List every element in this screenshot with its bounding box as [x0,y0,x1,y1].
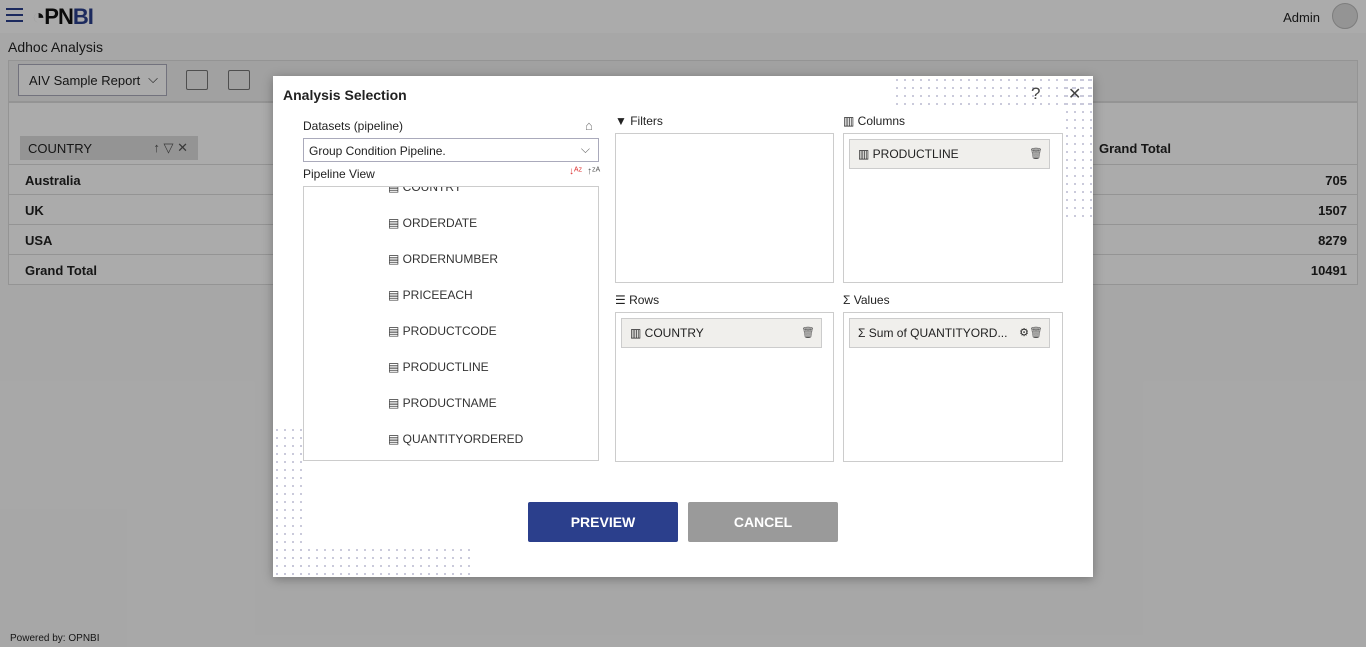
preview-button[interactable]: PREVIEW [528,502,678,542]
field-label: ORDERDATE [402,216,478,230]
field-label: QUANTITYORDERED [402,432,524,446]
home-icon[interactable]: ⌂ [585,118,593,133]
decoration [273,546,470,577]
field-item[interactable]: ▤ ORDERNUMBER [388,252,498,266]
filters-header: ▼ Filters [615,114,663,128]
field-item[interactable]: ▤ ORDERDATE [388,216,477,230]
rows-icon: ☰ [615,293,630,307]
columns-header: ▥ Columns [843,114,905,128]
table-field-icon: ▤ [388,324,403,338]
analysis-selection-dialog: Analysis Selection ? ✕ Datasets (pipelin… [273,76,1093,577]
table-field-icon: ▤ [388,396,403,410]
dialog-title: Analysis Selection [283,87,407,103]
filter-icon: ▼ [615,114,631,128]
pipeline-field-list[interactable]: ▤ COUNTRY ▤ ORDERDATE ▤ ORDERNUMBER ▤ PRICE… [303,186,599,461]
filters-dropzone[interactable] [615,133,834,283]
sigma-icon: Σ [843,293,854,307]
value-chip-label: Sum of QUANTITYORD... [868,326,1008,340]
trash-icon[interactable]: 🗑 [1029,147,1043,160]
table-field-icon: ▤ [388,288,403,302]
sort-desc-icon[interactable]: ↑ᶻᴬ [587,166,600,177]
field-label: COUNTRY [402,186,462,194]
field-item[interactable]: ▤ PRICEEACH [388,288,473,302]
help-icon[interactable]: ? [1031,84,1040,104]
table-field-icon: ▤ [388,252,403,266]
field-label: ORDERNUMBER [402,252,499,266]
table-field-icon: ▤ [388,216,403,230]
filters-label: Filters [630,114,663,128]
field-item[interactable]: ▤ QUANTITYORDERED [388,432,523,446]
field-item[interactable]: ▤ PRODUCTNAME [388,396,497,410]
table-field-icon: ▤ [388,186,403,194]
datasets-label: Datasets (pipeline) [303,119,404,133]
row-chip[interactable]: ▥ COUNTRY 🗑 [621,318,822,348]
field-item[interactable]: ▤ PRODUCTCODE [388,324,497,338]
table-field-icon: ▤ [388,360,403,374]
field-item[interactable]: ▤ COUNTRY [388,186,462,194]
field-label: PRODUCTCODE [402,324,497,338]
chevron-down-icon: ⌵ [580,142,590,156]
field-item[interactable]: ▤ PRODUCTLINE [388,360,489,374]
sort-asc-icon[interactable]: ↓ᴬᶻ [569,166,582,177]
dataset-value: Group Condition Pipeline. [309,144,446,158]
dataset-select[interactable]: Group Condition Pipeline. ⌵ [303,138,599,162]
pipeline-view-label: Pipeline View [303,167,375,181]
columns-label: Columns [857,114,906,128]
trash-icon[interactable]: 🗑 [801,326,815,339]
cancel-button[interactable]: CANCEL [688,502,838,542]
field-label: PRODUCTNAME [402,396,497,410]
gear-icon[interactable]: ⚙ [1019,326,1029,339]
rows-header: ☰ Rows [615,293,659,307]
column-chip-label: PRODUCTLINE [872,147,959,161]
value-chip[interactable]: Σ Sum of QUANTITYORD... ⚙ 🗑 [849,318,1050,348]
field-label: PRICEEACH [402,288,473,302]
field-label: PRODUCTLINE [402,360,489,374]
values-label: Values [853,293,890,307]
table-field-icon: ▤ [388,432,403,446]
column-chip[interactable]: ▥ PRODUCTLINE 🗑 [849,139,1050,169]
trash-icon[interactable]: 🗑 [1029,326,1043,339]
rows-label: Rows [629,293,660,307]
columns-icon: ▥ [843,114,858,128]
values-header: Σ Values [843,293,890,307]
row-chip-label: COUNTRY [644,326,704,340]
close-icon[interactable]: ✕ [1068,84,1081,104]
